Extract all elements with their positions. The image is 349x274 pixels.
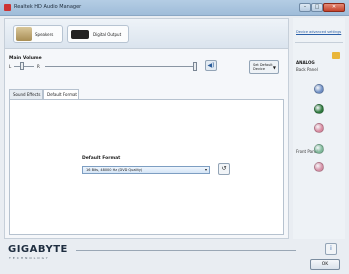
main-volume-label: Main Volume	[9, 56, 42, 61]
default-format-label: Default Format	[82, 156, 121, 161]
analog-title: ANALOG	[296, 60, 315, 65]
balance-right-label: R	[37, 64, 40, 69]
device-tabs: Speakers Digital Output	[5, 19, 288, 49]
reset-icon: ↺	[221, 165, 227, 172]
volume-slider-track[interactable]	[45, 66, 197, 67]
maximize-button[interactable]: □	[311, 3, 323, 12]
default-format-panel: Default Format 16 Bits, 48000 Hz (DVD Qu…	[9, 99, 284, 235]
tab-speakers[interactable]: Speakers	[13, 25, 63, 43]
gigabyte-logo: GIGABYTE	[8, 244, 68, 255]
side-divider	[295, 42, 343, 43]
close-button[interactable]: ✕	[323, 3, 345, 12]
info-button[interactable]: i	[325, 243, 337, 255]
side-panel: Device advanced settings ANALOG Back Pan…	[293, 18, 345, 239]
back-jack-green[interactable]	[314, 104, 324, 114]
realtek-audio-window: Realtek HD Audio Manager – □ ✕ Speakers …	[0, 0, 349, 274]
minimize-button[interactable]: –	[299, 3, 311, 12]
tab-digital-output-label: Digital Output	[93, 32, 122, 37]
gigabyte-tagline: TECHNOLOGY	[9, 256, 50, 260]
mute-button[interactable]: ◀)	[205, 60, 217, 71]
front-jack-green[interactable]	[314, 144, 324, 154]
tab-speakers-label: Speakers	[35, 32, 54, 37]
device-advanced-settings-link[interactable]: Device advanced settings	[296, 30, 342, 35]
speakers-icon	[16, 27, 32, 41]
window-title: Realtek HD Audio Manager	[14, 4, 82, 10]
ok-button[interactable]: OK	[310, 259, 340, 270]
default-format-select[interactable]: 16 Bits, 48000 Hz (DVD Quality) ▾	[82, 166, 210, 174]
main-panel: Speakers Digital Output Main Volume L R …	[4, 18, 289, 239]
folder-icon[interactable]	[332, 52, 340, 59]
restore-default-button[interactable]: ↺	[218, 163, 230, 175]
chevron-down-icon: ▼	[272, 65, 276, 70]
title-bar: Realtek HD Audio Manager – □ ✕	[0, 0, 349, 16]
back-panel-label: Back Panel	[296, 67, 318, 72]
balance-left-label: L	[9, 64, 12, 69]
back-jack-blue[interactable]	[314, 84, 324, 94]
balance-slider-thumb[interactable]	[20, 62, 24, 70]
tab-sound-effects[interactable]: Sound Effects	[9, 89, 43, 99]
set-default-device-dropdown[interactable]: Set Default Device ▼	[249, 60, 279, 74]
default-format-value: 16 Bits, 48000 Hz (DVD Quality)	[86, 168, 143, 172]
balance-slider-track[interactable]	[14, 66, 34, 67]
tab-digital-output[interactable]: Digital Output	[67, 25, 129, 43]
chevron-down-icon: ▾	[204, 167, 207, 172]
digital-output-icon	[71, 30, 89, 39]
back-jack-pink[interactable]	[314, 123, 324, 133]
info-icon: i	[330, 245, 332, 252]
app-icon	[4, 4, 11, 11]
set-default-device-label: Set Default Device	[253, 63, 273, 71]
front-jack-pink[interactable]	[314, 162, 324, 172]
footer-divider	[76, 250, 296, 251]
speaker-icon: ◀)	[207, 62, 215, 69]
volume-slider-thumb[interactable]	[193, 62, 197, 71]
